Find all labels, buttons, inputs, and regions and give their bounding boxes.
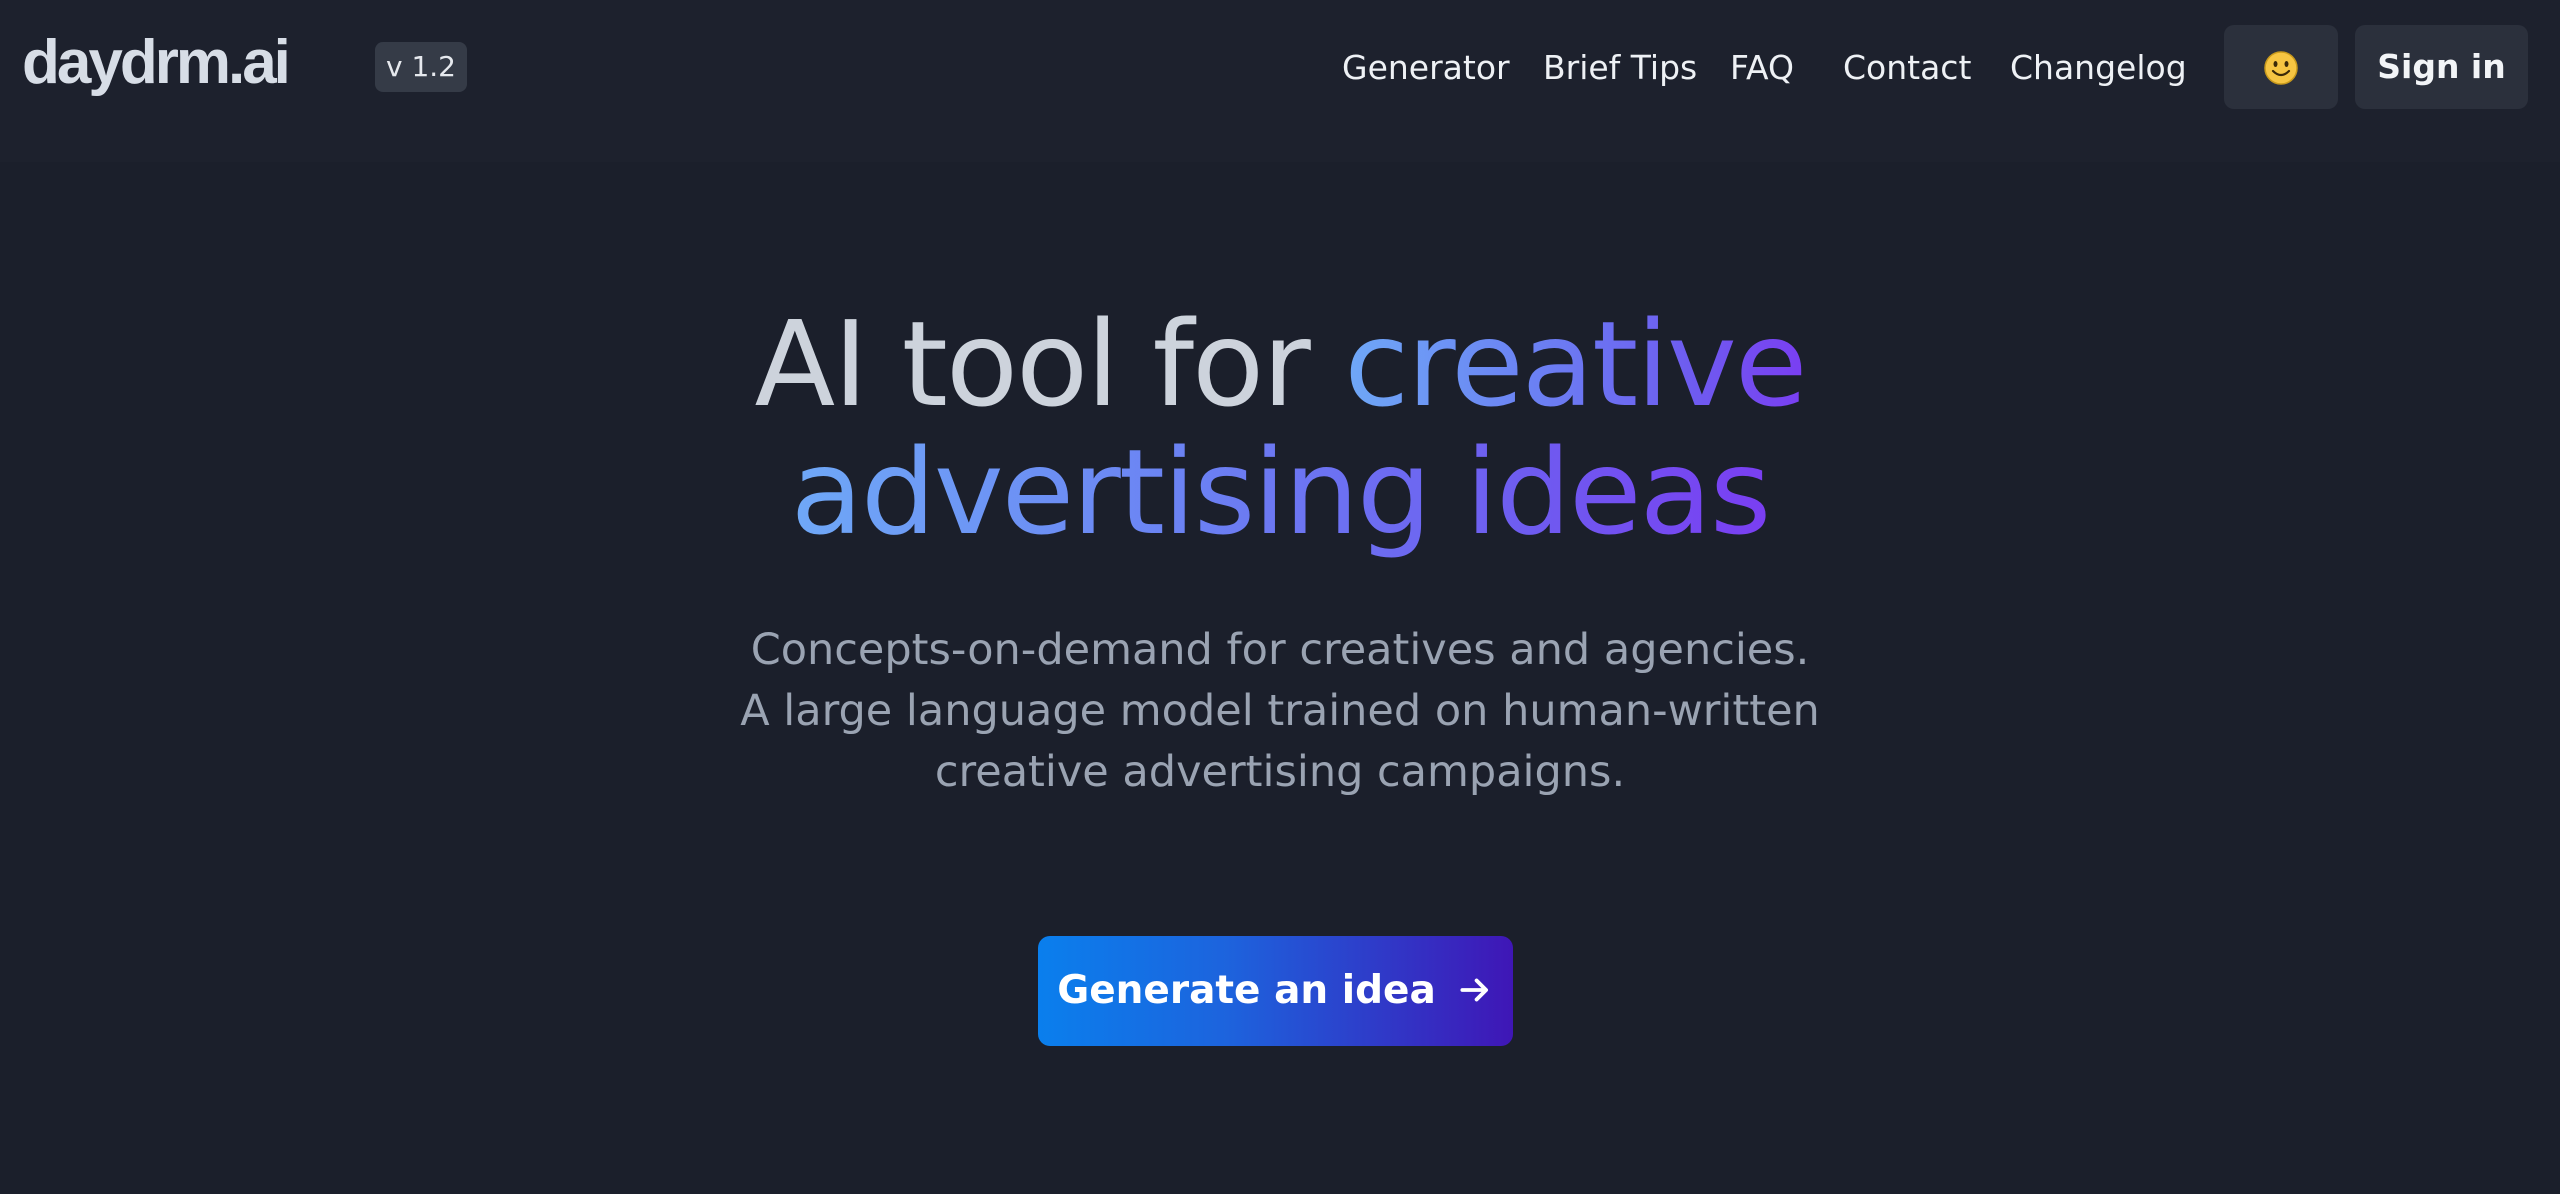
hero-title-gradient-1: creative xyxy=(1344,295,1807,433)
sign-in-button[interactable]: Sign in xyxy=(2355,25,2528,109)
nav-contact[interactable]: Contact xyxy=(1843,44,1971,92)
hero-subtitle: Concepts-on-demand for creatives and age… xyxy=(740,625,1820,797)
hero-title-gradient-2: advertising ideas xyxy=(790,423,1772,561)
generate-idea-label: Generate an idea xyxy=(1057,968,1436,1013)
theme-toggle-button[interactable] xyxy=(2224,25,2338,109)
site-header: daydrm.ai v 1.2 Generator Brief Tips FAQ… xyxy=(0,0,2560,162)
logo[interactable]: daydrm.ai xyxy=(22,18,291,108)
hero-title: AI tool for creative advertising ideas xyxy=(0,300,2560,556)
nav-generator[interactable]: Generator xyxy=(1342,44,1510,92)
arrow-right-icon xyxy=(1460,978,1488,1001)
nav-brief-tips[interactable]: Brief Tips xyxy=(1543,44,1697,92)
generate-idea-button[interactable]: Generate an idea xyxy=(1038,936,1513,1046)
nav-faq[interactable]: FAQ xyxy=(1730,44,1794,92)
smiley-icon xyxy=(2264,50,2298,85)
nav-changelog[interactable]: Changelog xyxy=(2010,44,2187,92)
version-badge: v 1.2 xyxy=(375,42,467,92)
hero-title-plain: AI tool for xyxy=(754,295,1345,433)
